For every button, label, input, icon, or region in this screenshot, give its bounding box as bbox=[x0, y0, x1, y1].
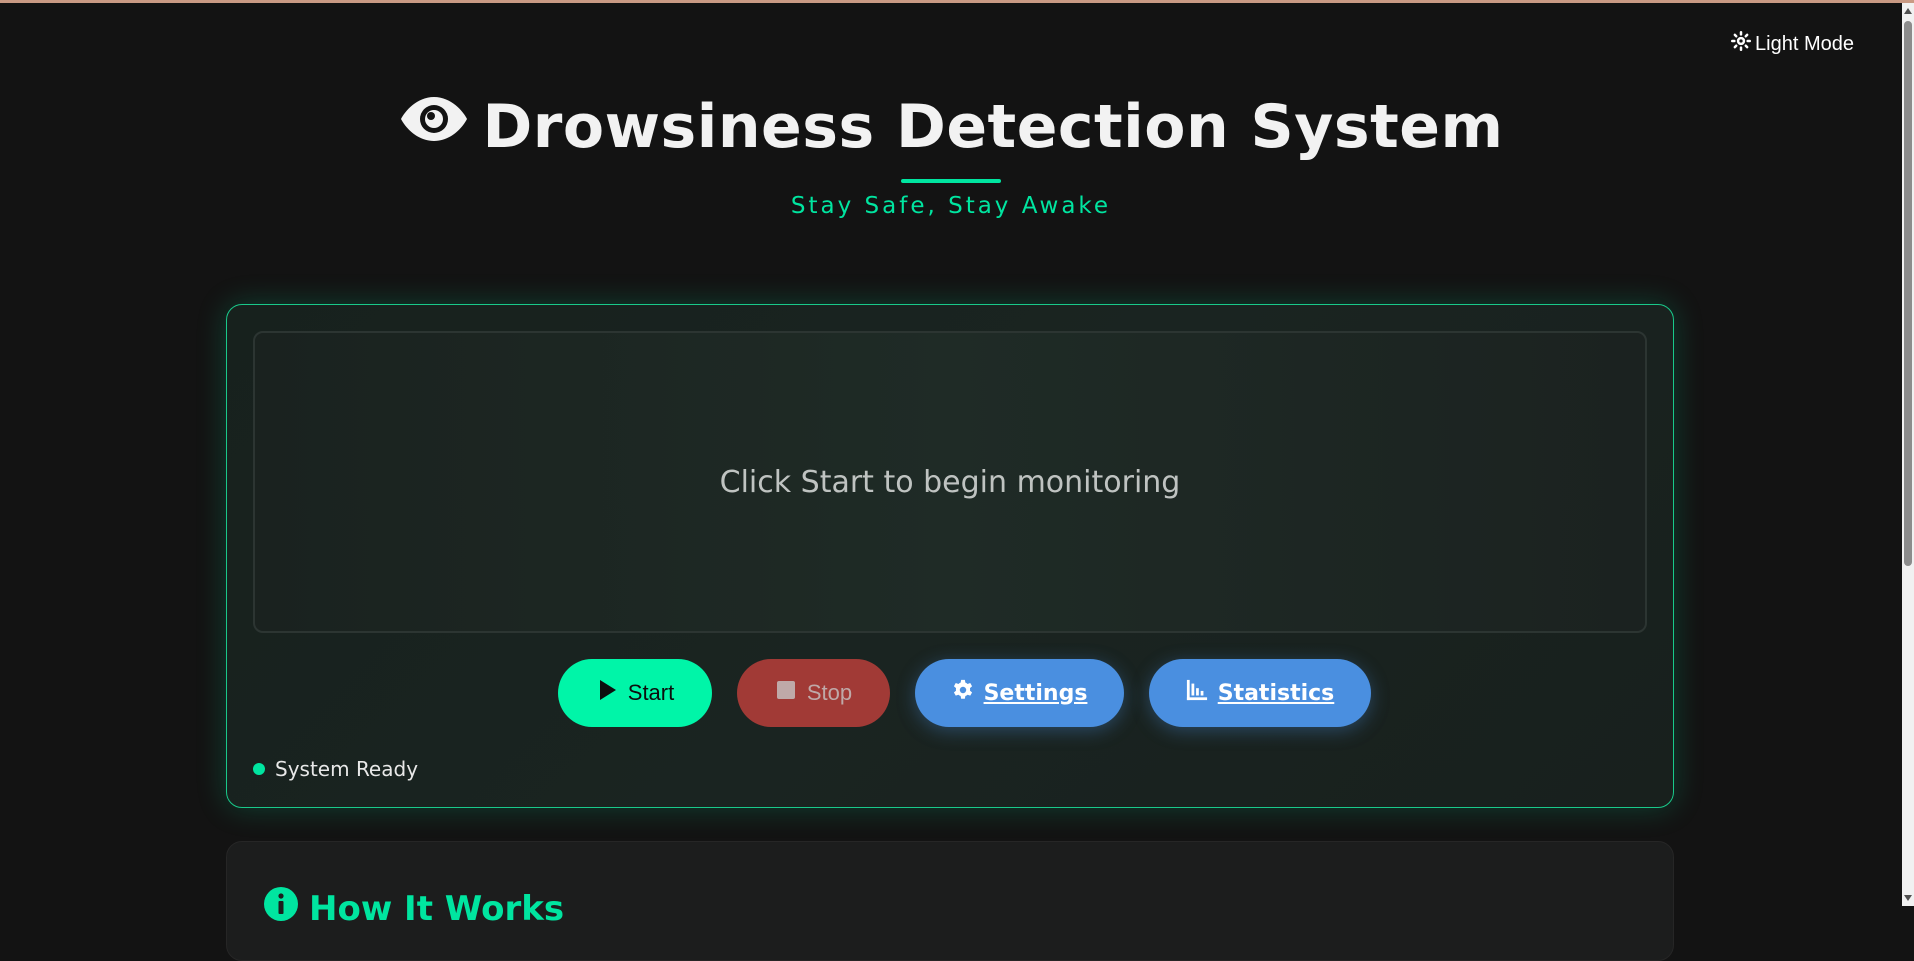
page-title-text: Drowsiness Detection System bbox=[482, 92, 1504, 162]
how-it-works-title: How It Works bbox=[263, 886, 564, 931]
status-indicator-dot bbox=[253, 763, 265, 775]
info-icon bbox=[263, 886, 299, 931]
bar-chart-icon bbox=[1186, 679, 1208, 707]
stop-button[interactable]: Stop bbox=[737, 659, 890, 727]
stop-icon bbox=[775, 679, 797, 707]
control-buttons: Start Stop Settings Statistics bbox=[227, 659, 1673, 727]
page-subtitle: Stay Safe, Stay Awake bbox=[790, 193, 1112, 219]
status-text: System Ready bbox=[275, 757, 419, 781]
scroll-down-arrow-icon[interactable] bbox=[1904, 895, 1912, 901]
page-title: Drowsiness Detection System bbox=[399, 89, 1504, 165]
stop-button-label: Stop bbox=[806, 680, 853, 705]
scroll-thumb[interactable] bbox=[1904, 21, 1912, 566]
statistics-button[interactable]: Statistics bbox=[1149, 659, 1371, 727]
statistics-button-label: Statistics bbox=[1217, 680, 1335, 706]
theme-toggle-button[interactable]: Light Mode bbox=[1731, 31, 1854, 57]
settings-button-label: Settings bbox=[983, 680, 1088, 706]
page-header: Drowsiness Detection System Stay Safe, S… bbox=[0, 89, 1902, 219]
how-it-works-card: How It Works bbox=[226, 841, 1674, 961]
start-button[interactable]: Start bbox=[558, 659, 712, 727]
page: Light Mode Drowsiness Detection System S… bbox=[0, 3, 1902, 961]
gear-icon bbox=[952, 679, 974, 707]
eye-icon bbox=[399, 89, 469, 165]
page-scrollbar[interactable] bbox=[1902, 3, 1914, 906]
video-placeholder-text: Click Start to begin monitoring bbox=[719, 464, 1181, 500]
how-it-works-title-text: How It Works bbox=[309, 888, 565, 929]
system-status: System Ready bbox=[253, 757, 418, 781]
settings-button[interactable]: Settings bbox=[915, 659, 1124, 727]
sun-icon bbox=[1731, 31, 1752, 57]
video-feed-area: Click Start to begin monitoring bbox=[253, 331, 1647, 633]
theme-toggle-label: Light Mode bbox=[1755, 32, 1854, 55]
start-button-label: Start bbox=[627, 680, 675, 705]
monitor-card: Click Start to begin monitoring Start St… bbox=[226, 304, 1674, 808]
play-icon bbox=[596, 679, 618, 707]
title-underline bbox=[901, 179, 1001, 183]
scroll-up-arrow-icon[interactable] bbox=[1904, 8, 1912, 14]
